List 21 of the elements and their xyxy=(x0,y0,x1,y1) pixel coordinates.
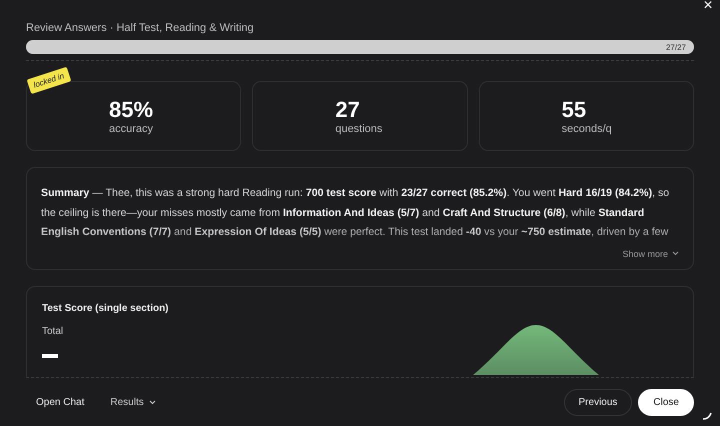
window-title: Review Answers · Half Test, Reading & Writing xyxy=(26,22,255,34)
summary-text: Summary — Thee, this was a strong hard Reading run: 700 test score with 23/27 correct (85.2%). You went Hard 16/19 (84.2%), so the ceiling is there—your misses mostly came from Information And Ideas (5/7) and Craft And Structure (6/8), while Standard English Conventions (7/7) and Expression Of Ideas (5/5) were perfect. This test landed -40 vs your ~750 estimate, driven by a few xyxy=(41,186,670,240)
stat-value: 55 xyxy=(562,98,588,122)
stat-value: 85% xyxy=(109,98,154,122)
secondary-button[interactable]: Previous xyxy=(564,388,632,416)
arc-icon xyxy=(702,412,712,420)
stat-label: questions xyxy=(335,122,384,136)
primary-button[interactable]: Close xyxy=(638,388,694,416)
card-title: Test Score (single section) xyxy=(42,302,170,314)
show-more-button[interactable]: Show more xyxy=(622,248,679,258)
chevron-icon xyxy=(672,251,679,256)
score-placeholder-bar xyxy=(42,354,58,358)
sticker-label: locked in xyxy=(26,66,71,94)
stat-label: seconds/q xyxy=(562,122,613,136)
stat-label: accuracy xyxy=(109,122,154,136)
progress-reading: 27/27 xyxy=(666,42,687,52)
results-menu[interactable]: Results xyxy=(110,396,156,408)
open-chat-link[interactable]: Open Chat xyxy=(36,396,84,408)
chevron-icon xyxy=(148,400,156,404)
card-subtitle: Total xyxy=(42,326,64,336)
stat-value: 27 xyxy=(335,98,361,122)
